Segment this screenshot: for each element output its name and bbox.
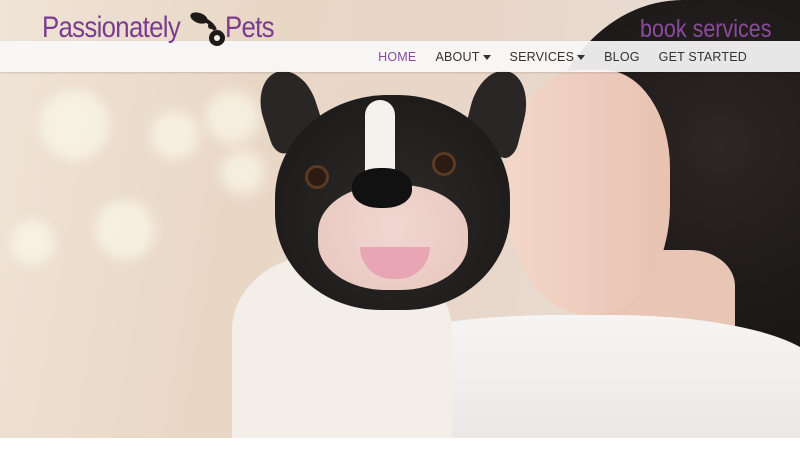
main-nav: HOME ABOUT SERVICES BLOG GET STARTED — [359, 41, 747, 72]
nav-services-label: SERVICES — [509, 49, 575, 64]
caret-down-icon — [482, 54, 491, 60]
nav-get-started-label: GET STARTED — [658, 49, 747, 64]
nav-get-started[interactable]: GET STARTED — [659, 50, 747, 64]
nav-blog-label: BLOG — [604, 49, 640, 64]
logo-text-part1: Passionately — [42, 11, 181, 44]
nav-home-label: HOME — [378, 49, 417, 64]
nav-services[interactable]: SERVICES — [510, 50, 586, 64]
nav-about-label: ABOUT — [435, 49, 480, 64]
page-bottom — [0, 438, 800, 450]
nav-home[interactable]: HOME — [378, 50, 416, 64]
book-services-link[interactable]: book services — [640, 14, 771, 44]
nav-about[interactable]: ABOUT — [435, 49, 491, 64]
caret-down-icon — [577, 54, 586, 60]
nav-blog[interactable]: BLOG — [604, 50, 640, 64]
logo-text-part2: Pets — [224, 11, 275, 44]
site-logo[interactable]: Passionately Pets — [42, 8, 281, 48]
